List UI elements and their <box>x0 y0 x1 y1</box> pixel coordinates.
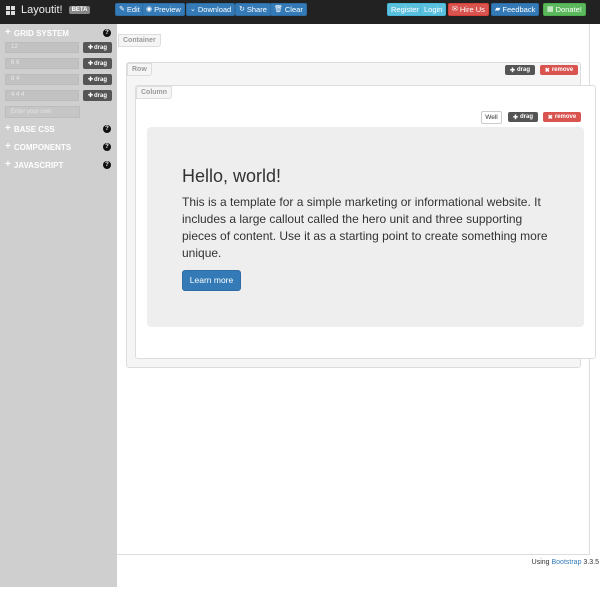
move-icon: ✚ <box>87 77 93 83</box>
envelope-icon: ✉ <box>452 6 458 13</box>
eye-icon: ◉ <box>146 6 153 13</box>
plus-icon: + <box>5 123 11 134</box>
grid-row-12: 12 ✚ drag <box>5 42 112 54</box>
container-label: Container <box>118 34 161 47</box>
help-icon[interactable]: ? <box>103 29 111 37</box>
gift-icon: ▦ <box>547 6 554 13</box>
clear-button[interactable]: 🗑 Clear <box>270 3 307 16</box>
grid-value-field[interactable]: 8 4 <box>5 74 79 85</box>
login-button[interactable]: Login <box>420 3 447 16</box>
grid-row-8-4: 8 4 ✚ drag <box>5 74 112 86</box>
edit-icon: ✎ <box>119 6 125 13</box>
hero-text: This is a template for a simple marketin… <box>182 195 548 260</box>
row-remove-button[interactable]: ✖ remove <box>540 65 578 75</box>
plus-icon: + <box>5 27 11 38</box>
comment-icon: ▰ <box>495 6 501 13</box>
download-button[interactable]: ⌄ Download <box>186 3 236 16</box>
row-label: Row <box>127 63 152 76</box>
well-remove-button[interactable]: ✖ remove <box>543 112 581 122</box>
custom-grid-input[interactable]: Enter your own <box>5 106 80 118</box>
share-icon: ↻ <box>239 6 245 13</box>
grid-row-4-4-4: 4 4 4 ✚ drag <box>5 90 112 102</box>
sidebar: + GRID SYSTEM ? 12 ✚ drag 6 6 ✚ drag 8 4 ✚… <box>0 24 117 587</box>
preview-button[interactable]: ◉ Preview <box>142 3 185 16</box>
help-icon[interactable]: ? <box>103 161 111 169</box>
move-icon: ✚ <box>512 114 518 121</box>
move-icon: ✚ <box>87 45 93 51</box>
donate-button[interactable]: ▦ Donate! <box>543 3 586 16</box>
grid-value-field[interactable]: 4 4 4 <box>5 90 79 101</box>
drag-button[interactable]: ✚ drag <box>83 58 112 69</box>
grid-row-6-6: 6 6 ✚ drag <box>5 58 112 70</box>
help-icon[interactable]: ? <box>103 125 111 133</box>
drag-button[interactable]: ✚ drag <box>83 74 112 85</box>
share-button[interactable]: ↻ Share <box>235 3 271 16</box>
edit-button[interactable]: ✎ Edit <box>115 3 144 16</box>
register-button[interactable]: Register <box>387 3 423 16</box>
top-navbar: Layoutit! BETA ✎ Edit ◉ Preview ⌄ Download … <box>0 0 600 24</box>
base-css-header[interactable]: + BASE CSS ? <box>0 122 117 136</box>
grid-value-field[interactable]: 6 6 <box>5 58 79 69</box>
well-label: Well <box>481 111 502 124</box>
move-icon: ✚ <box>509 67 515 74</box>
app-title: Layoutit! <box>21 4 63 16</box>
plus-icon: + <box>5 141 11 152</box>
footer: Using Bootstrap 3.3.5 <box>531 559 599 566</box>
move-icon: ✚ <box>87 93 93 99</box>
move-icon: ✚ <box>87 61 93 67</box>
chevron-down-icon: ⌄ <box>190 6 196 13</box>
hero-unit: Hello, world! This is a template for a s… <box>147 127 584 327</box>
learn-more-button[interactable]: Learn more <box>182 270 241 291</box>
grid-system-header[interactable]: + GRID SYSTEM ? <box>0 26 117 40</box>
javascript-header[interactable]: + JAVASCRIPT ? <box>0 158 117 172</box>
grid-value-field[interactable]: 12 <box>5 42 79 53</box>
close-icon: ✖ <box>544 67 550 74</box>
hire-us-button[interactable]: ✉ Hire Us <box>448 3 489 16</box>
drag-button[interactable]: ✚ drag <box>83 90 112 101</box>
hero-heading: Hello, world! <box>182 166 282 186</box>
plus-icon: + <box>5 159 11 170</box>
beta-badge: BETA <box>68 6 91 14</box>
trash-icon: 🗑 <box>274 6 283 13</box>
row-drag-button[interactable]: ✚ drag <box>505 65 535 75</box>
bootstrap-link[interactable]: Bootstrap <box>552 559 582 566</box>
close-icon: ✖ <box>547 114 553 121</box>
feedback-button[interactable]: ▰ Feedback <box>491 3 540 16</box>
grid-logo-icon <box>6 5 15 15</box>
well-drag-button[interactable]: ✚ drag <box>508 112 538 122</box>
brand[interactable]: Layoutit! BETA <box>6 4 91 16</box>
column-label: Column <box>136 86 173 99</box>
components-header[interactable]: + COMPONENTS ? <box>0 140 117 154</box>
help-icon[interactable]: ? <box>103 143 111 151</box>
drag-button[interactable]: ✚ drag <box>83 42 112 53</box>
